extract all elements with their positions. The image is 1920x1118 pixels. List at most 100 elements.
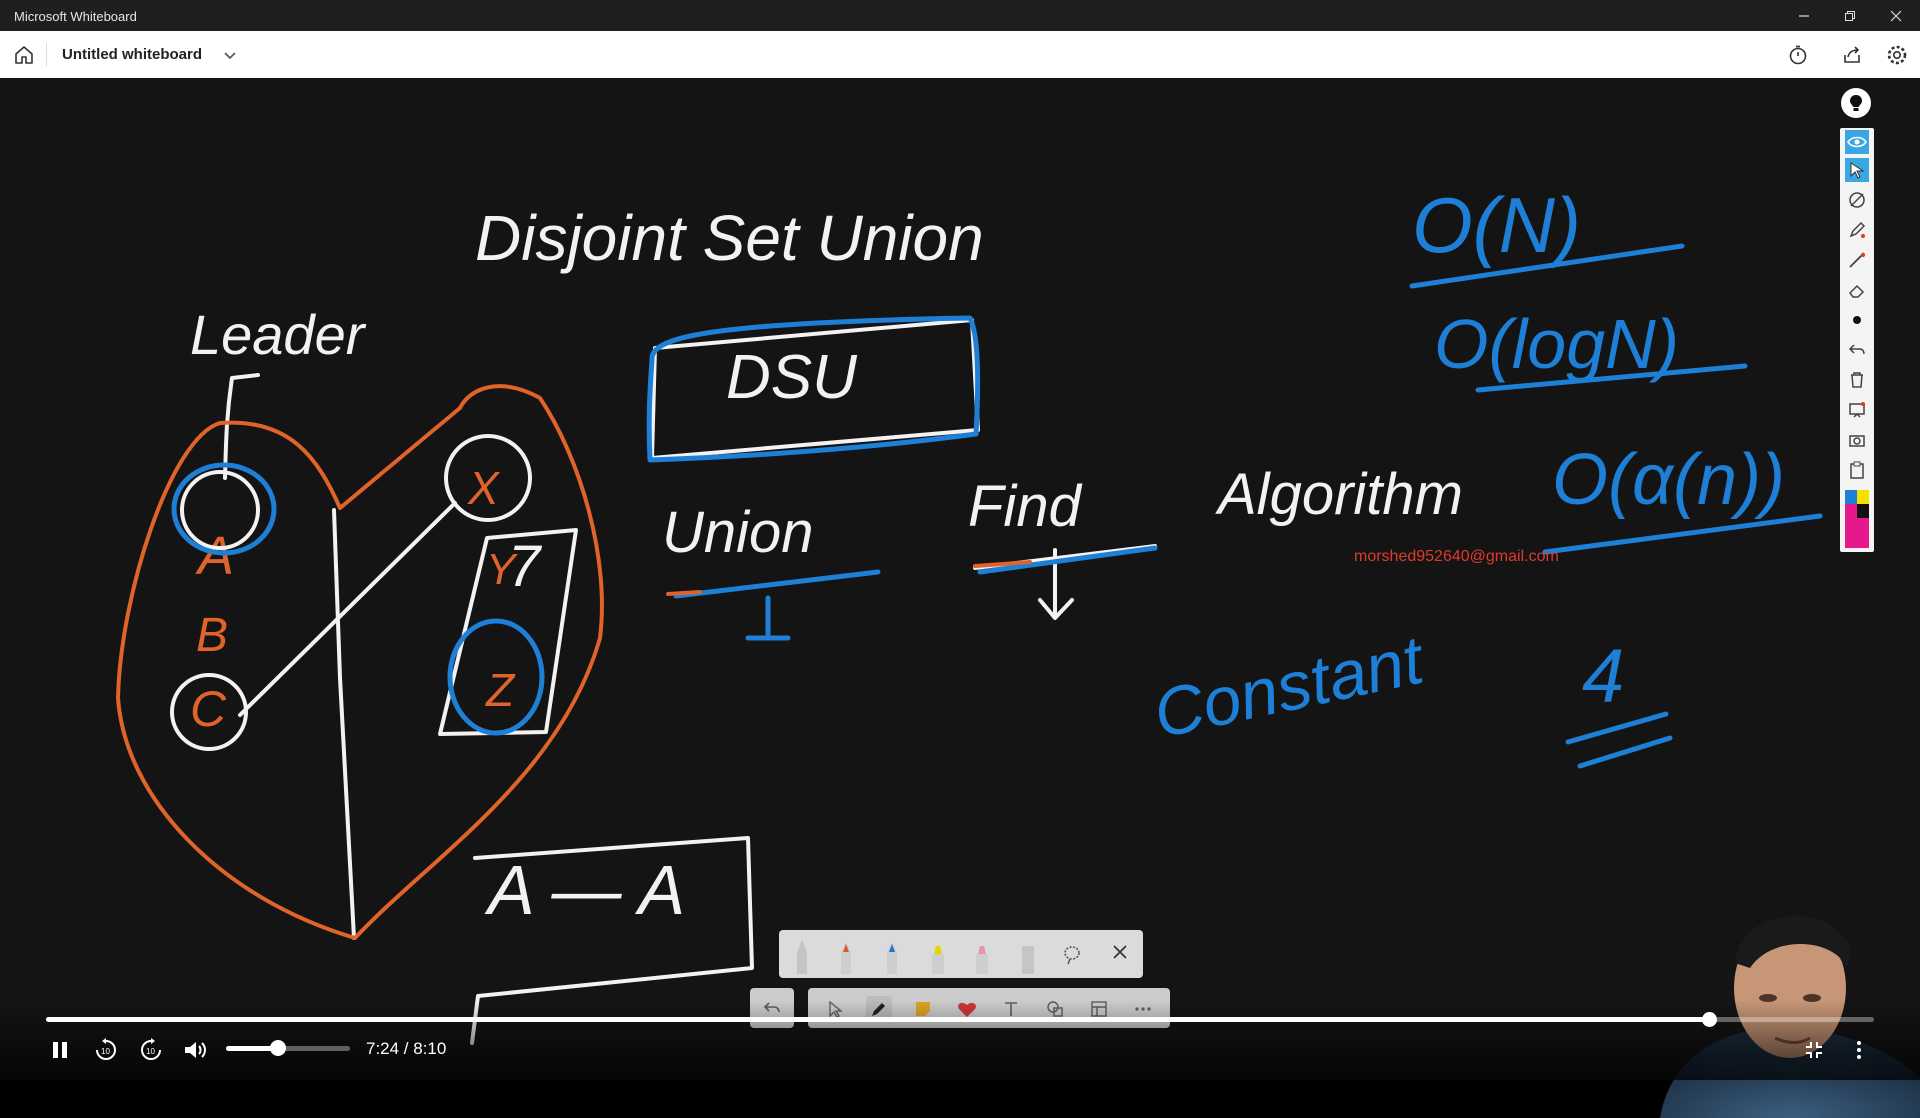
eraser-icon — [1849, 284, 1865, 298]
video-controls-gradient — [0, 1000, 1920, 1080]
window-title: Microsoft Whiteboard — [14, 9, 137, 24]
share-button[interactable] — [1840, 43, 1864, 67]
ink-find-underline — [977, 545, 1158, 575]
pen-orange-icon[interactable] — [837, 940, 855, 974]
clipboard-button[interactable] — [1845, 458, 1869, 482]
timer-icon — [1789, 45, 1807, 65]
title-dropdown[interactable] — [222, 47, 238, 63]
volume-slider[interactable] — [226, 1040, 350, 1056]
pen-tray — [779, 930, 1143, 978]
ink-o-logn: O(logN) — [1434, 305, 1679, 383]
close-icon — [1113, 945, 1127, 959]
tips-button[interactable] — [1841, 88, 1871, 118]
pause-icon — [53, 1042, 67, 1058]
timer-button[interactable] — [1786, 43, 1810, 67]
ink-edge-text: A — A — [484, 851, 685, 929]
presenter-webcam — [1640, 878, 1920, 1118]
ink-o-n: O(N) — [1412, 181, 1581, 269]
video-progress-fill — [46, 1017, 1710, 1022]
camera-icon — [1849, 435, 1865, 447]
eraser-tool-button[interactable] — [1845, 278, 1869, 302]
chevron-down-icon — [224, 52, 236, 60]
ink-leader-arrow — [223, 373, 260, 480]
lightbulb-icon — [1850, 95, 1862, 111]
restore-button[interactable] — [1827, 0, 1873, 31]
gear-icon — [1887, 45, 1907, 65]
color-swatch-pink-black[interactable] — [1845, 504, 1869, 518]
presenter-photo — [1660, 915, 1920, 1118]
settings-button[interactable] — [1885, 43, 1909, 67]
undo-icon — [1848, 344, 1865, 355]
rewind-10-button[interactable]: 10 — [92, 1036, 120, 1064]
ink-node-x: X — [467, 462, 501, 514]
forward-10-button[interactable]: 10 — [137, 1036, 165, 1064]
home-icon — [15, 46, 33, 64]
ink-leader: Leader — [190, 303, 367, 366]
ink-node-b: B — [196, 609, 228, 662]
camera-button[interactable] — [1845, 428, 1869, 452]
more-vertical-icon — [1857, 1041, 1861, 1059]
pen-off-icon — [1849, 192, 1865, 208]
undo-side-button[interactable] — [1845, 338, 1869, 362]
ink-union-underline — [673, 569, 881, 599]
app-header: Untitled whiteboard — [0, 31, 1920, 79]
highlighter-pink-icon[interactable] — [973, 940, 991, 974]
more-options-button[interactable] — [1845, 1036, 1873, 1064]
ink-dsu: DSU — [726, 343, 858, 412]
ink-double-underline — [1565, 711, 1673, 769]
header-divider — [46, 43, 47, 67]
volume-thumb[interactable] — [270, 1040, 287, 1056]
ink-four: 4 — [1582, 634, 1624, 719]
exit-fullscreen-icon — [1806, 1042, 1822, 1058]
eraser-tray-icon[interactable] — [1019, 940, 1037, 974]
line-tool-button[interactable] — [1845, 248, 1869, 272]
dot-icon — [1853, 316, 1861, 324]
close-window-button[interactable] — [1873, 0, 1919, 31]
ink-fraction-line-3 — [1542, 513, 1823, 555]
color-swatch-blue-yellow[interactable] — [1845, 490, 1869, 504]
video-time: 7:24 / 8:10 — [366, 1039, 447, 1058]
svg-text:10: 10 — [146, 1047, 155, 1056]
delete-button[interactable] — [1845, 368, 1869, 392]
disable-ink-button[interactable] — [1845, 188, 1869, 212]
svg-text:10: 10 — [101, 1047, 110, 1056]
pen-tool-button[interactable] — [1845, 218, 1869, 242]
select-tool-button[interactable] — [1845, 158, 1869, 182]
pause-button[interactable] — [46, 1036, 74, 1064]
close-icon — [1890, 10, 1902, 21]
ink-seven: 7 — [508, 534, 543, 599]
side-toolbar — [1840, 128, 1874, 552]
ink-o-alpha: O(α(n)) — [1552, 440, 1785, 520]
cursor-icon — [1850, 162, 1865, 179]
document-title[interactable]: Untitled whiteboard — [62, 46, 202, 63]
ink-union-underline-orange — [666, 590, 702, 596]
close-tray-button[interactable] — [1109, 942, 1131, 964]
exit-fullscreen-button[interactable] — [1800, 1036, 1828, 1064]
clipboard-icon — [1850, 461, 1864, 479]
pencil-gray-icon[interactable] — [793, 940, 811, 974]
eye-icon — [1847, 136, 1867, 148]
minimize-icon — [1799, 14, 1809, 17]
pen-blue-icon[interactable] — [883, 940, 901, 974]
ink-divider-line — [332, 508, 356, 940]
restore-icon — [1845, 10, 1855, 21]
whiteboard-button[interactable] — [1845, 398, 1869, 422]
lasso-icon[interactable] — [1063, 944, 1081, 966]
view-mode-button[interactable] — [1845, 130, 1869, 154]
ink-union: Union — [662, 500, 814, 565]
video-progress-bar[interactable] — [46, 1012, 1874, 1027]
board-icon — [1849, 402, 1865, 418]
ink-heading: Disjoint Set Union — [475, 202, 984, 274]
highlighter-yellow-icon[interactable] — [929, 940, 947, 974]
pen-icon — [1849, 221, 1866, 238]
color-swatch-pink[interactable] — [1845, 518, 1869, 548]
ink-node-c: C — [190, 681, 227, 737]
home-button[interactable] — [12, 43, 36, 67]
pen-size-button[interactable] — [1845, 308, 1869, 332]
email-watermark: morshed952640@gmail.com — [1354, 548, 1559, 565]
ink-constant: Constant — [1147, 621, 1432, 753]
volume-icon — [185, 1042, 206, 1058]
line-icon — [1849, 252, 1865, 268]
minimize-button[interactable] — [1781, 0, 1827, 31]
volume-button[interactable] — [182, 1036, 210, 1064]
